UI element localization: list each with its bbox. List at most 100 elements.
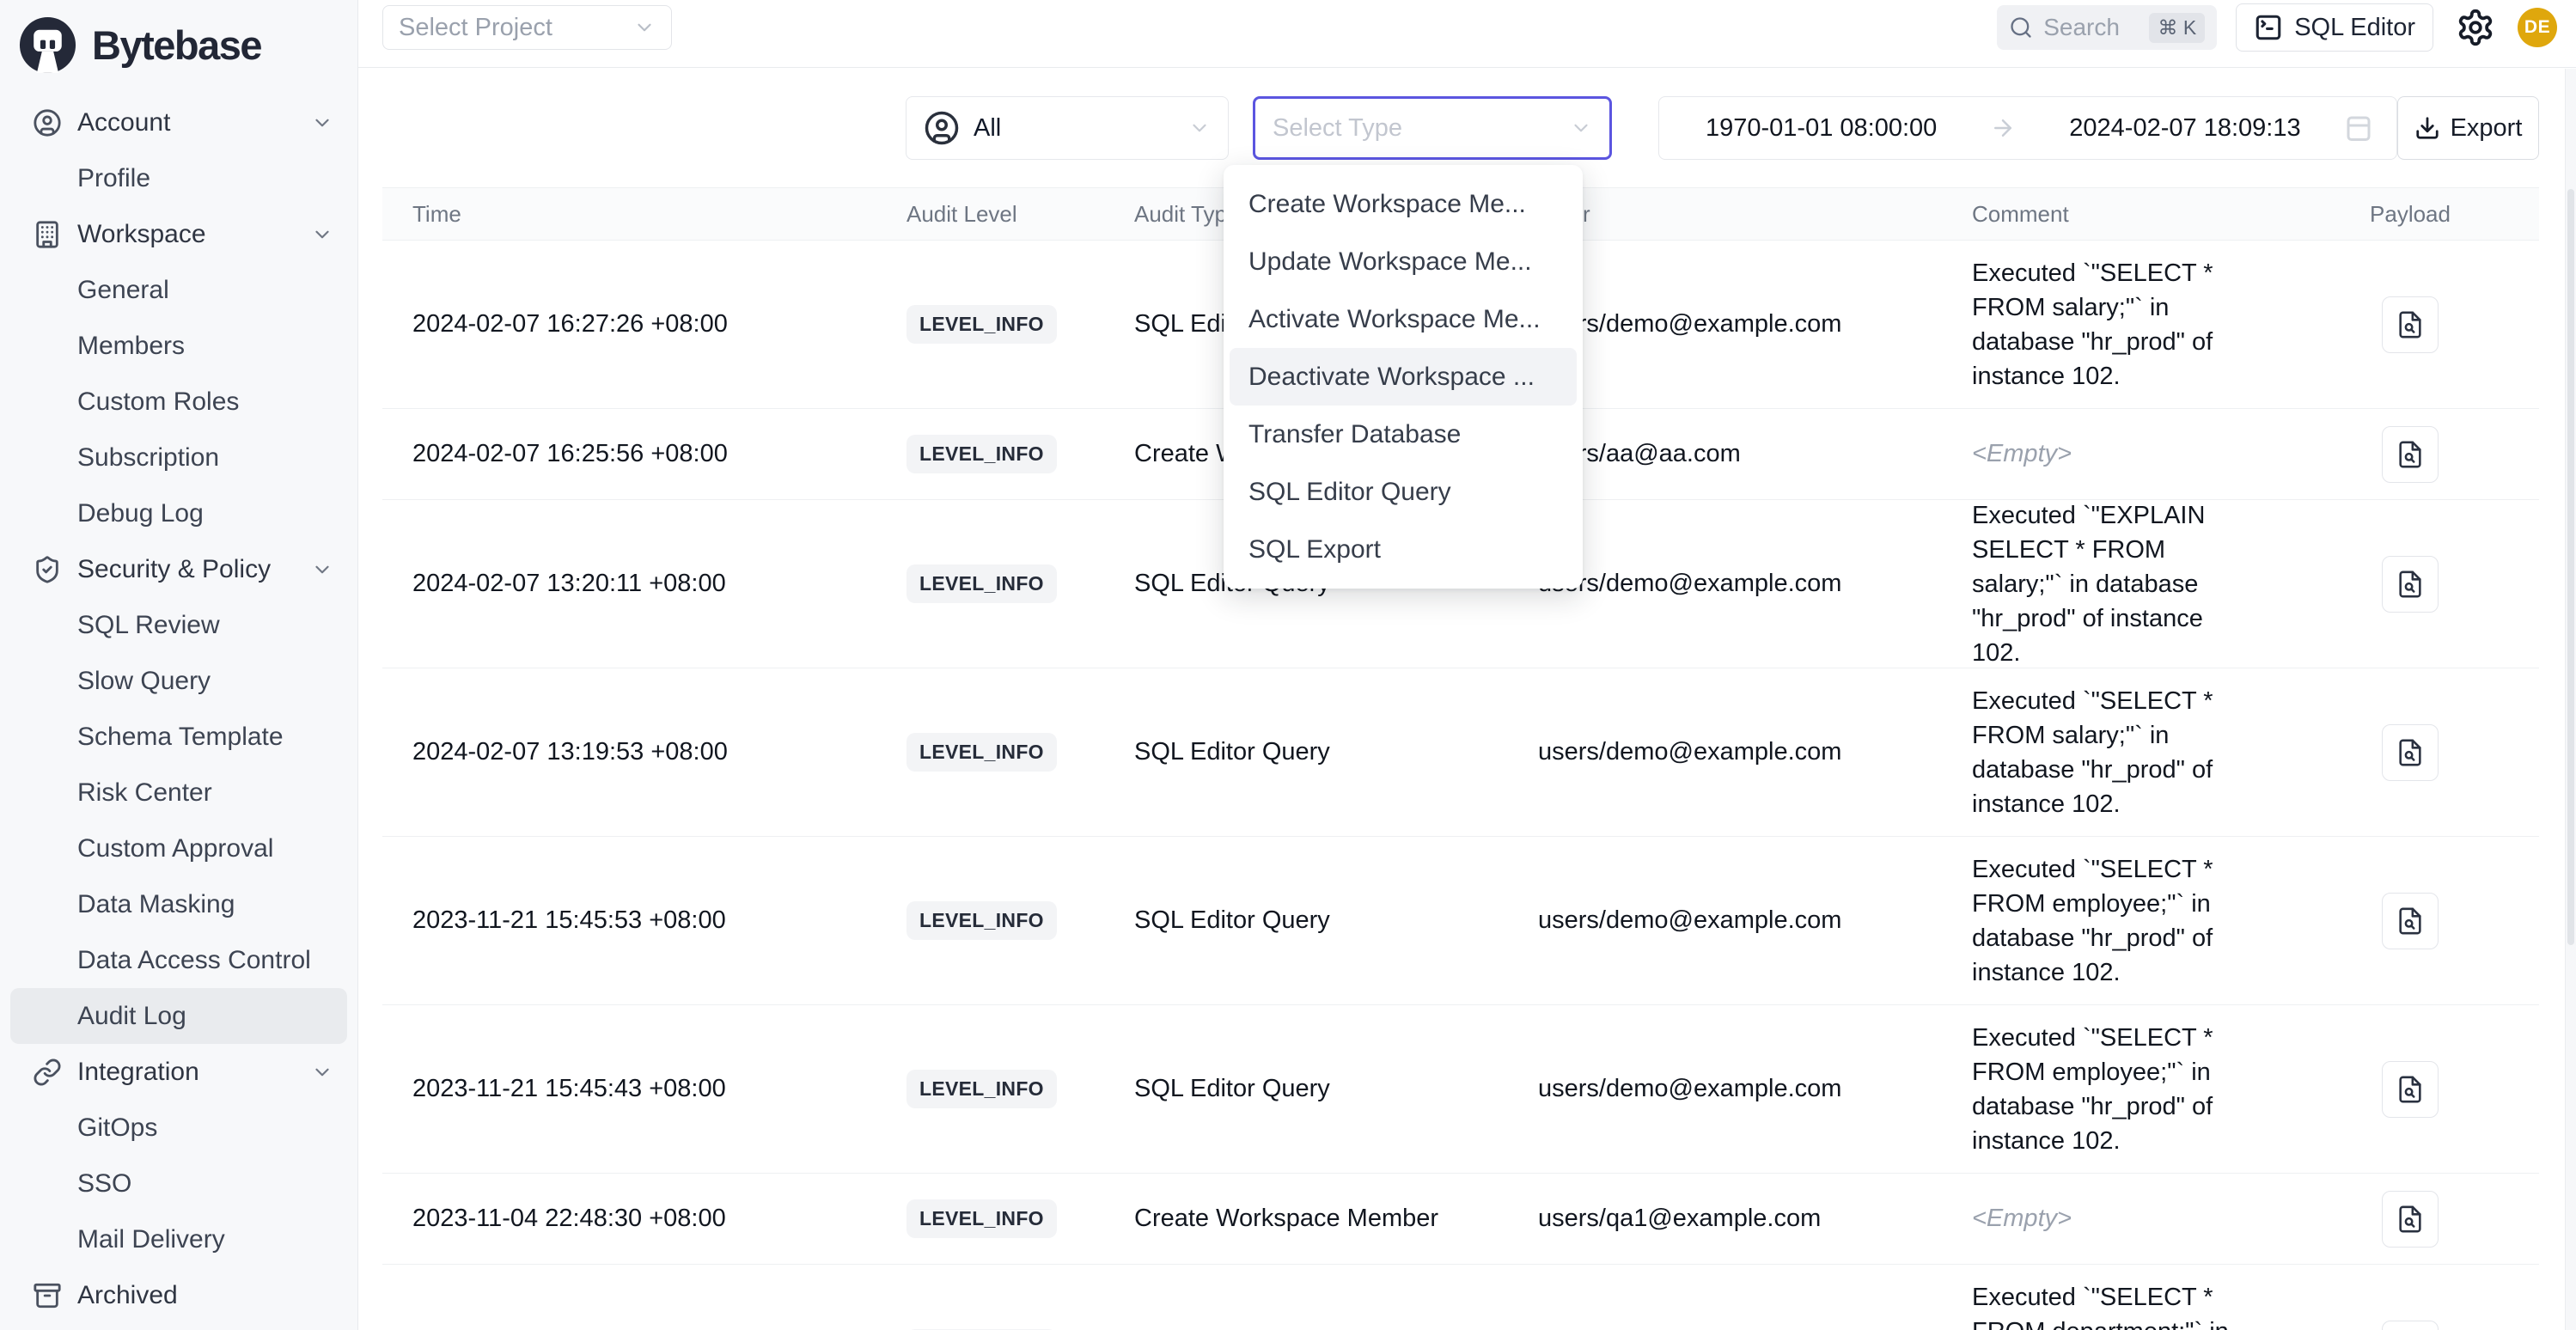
payload-view-button[interactable] xyxy=(2382,426,2439,483)
settings-gear-icon[interactable] xyxy=(2456,8,2495,47)
project-select-placeholder: Select Project xyxy=(399,14,552,42)
cell-time: 2023-11-21 15:45:53 +08:00 xyxy=(382,837,876,1004)
sidebar-item-subscription[interactable]: Subscription xyxy=(10,430,347,485)
sidebar-item-mail-delivery[interactable]: Mail Delivery xyxy=(10,1211,347,1267)
cell-time: 2024-02-07 13:20:11 +08:00 xyxy=(382,500,876,668)
search-input[interactable]: Search ⌘ K xyxy=(1997,5,2217,50)
export-button[interactable]: Export xyxy=(2397,96,2539,160)
search-placeholder: Search xyxy=(2043,14,2139,41)
project-select[interactable]: Select Project xyxy=(382,5,672,50)
vertical-scrollbar[interactable] xyxy=(2565,69,2576,1330)
user-avatar[interactable]: DE xyxy=(2518,8,2557,47)
cell-comment: <Empty> xyxy=(1942,409,2281,499)
table-row[interactable]: 2023-11-04 22:48:30 +08:00 LEVEL_INFO Cr… xyxy=(382,1174,2539,1265)
cell-payload xyxy=(2281,668,2539,836)
cell-audit-level: LEVEL_INFO xyxy=(876,1174,1104,1264)
calendar-icon xyxy=(2343,113,2374,143)
cell-time: 2024-02-07 16:25:56 +08:00 xyxy=(382,409,876,499)
dropdown-option-transfer-database[interactable]: Transfer Database xyxy=(1230,406,1577,463)
sidebar-section-account[interactable]: Account xyxy=(10,95,347,150)
sidebar-item-gitops[interactable]: GitOps xyxy=(10,1100,347,1156)
payload-view-button[interactable] xyxy=(2382,556,2439,613)
date-range-picker[interactable]: 1970-01-01 08:00:00 2024-02-07 18:09:13 xyxy=(1658,96,2397,160)
level-badge: LEVEL_INFO xyxy=(906,1199,1057,1238)
date-end-value: 2024-02-07 18:09:13 xyxy=(2069,114,2300,143)
table-row[interactable]: 2023-11-04 21:26:34 +08:00 LEVEL_INFO SQ… xyxy=(382,1265,2539,1330)
payload-view-button[interactable] xyxy=(2382,893,2439,949)
sidebar-item-debug-log[interactable]: Debug Log xyxy=(10,485,347,541)
cell-actor: users/demo@example.com xyxy=(1508,668,1942,836)
dropdown-option-deactivate-workspace[interactable]: Deactivate Workspace ... xyxy=(1230,348,1577,406)
chevron-down-icon xyxy=(311,223,333,246)
cell-audit-level: LEVEL_INFO xyxy=(876,500,1104,668)
table-row[interactable]: 2023-11-21 15:45:43 +08:00 LEVEL_INFO SQ… xyxy=(382,1005,2539,1174)
cell-comment: Executed `"EXPLAIN SELECT * FROM salary;… xyxy=(1942,500,2281,668)
actor-filter-select[interactable]: All xyxy=(906,96,1229,160)
sidebar-item-general[interactable]: General xyxy=(10,262,347,318)
payload-view-button[interactable] xyxy=(2382,1321,2439,1330)
dropdown-option-update-workspace-me[interactable]: Update Workspace Me... xyxy=(1230,233,1577,290)
dropdown-option-create-workspace-me[interactable]: Create Workspace Me... xyxy=(1230,175,1577,233)
actor-filter-value: All xyxy=(974,114,1001,143)
payload-view-button[interactable] xyxy=(2382,1061,2439,1118)
cell-payload xyxy=(2281,241,2539,408)
sidebar-section-security-policy[interactable]: Security & Policy xyxy=(10,541,347,597)
sidebar-item-slow-query[interactable]: Slow Query xyxy=(10,653,347,709)
comment-text: Executed `"EXPLAIN SELECT * FROM salary;… xyxy=(1972,500,2257,668)
sidebar-item-schema-template[interactable]: Schema Template xyxy=(10,709,347,765)
sidebar-item-members[interactable]: Members xyxy=(10,318,347,374)
dropdown-option-activate-workspace-me[interactable]: Activate Workspace Me... xyxy=(1230,290,1577,348)
cell-actor: users/demo@example.com xyxy=(1508,1005,1942,1173)
sidebar-item-profile[interactable]: Profile xyxy=(10,150,347,206)
type-filter-placeholder: Select Type xyxy=(1273,114,1402,143)
level-badge: LEVEL_INFO xyxy=(906,733,1057,772)
column-header-payload: Payload xyxy=(2281,201,2539,228)
sidebar-item-risk-center[interactable]: Risk Center xyxy=(10,765,347,821)
sidebar-item-sql-review[interactable]: SQL Review xyxy=(10,597,347,653)
link-icon xyxy=(33,1058,62,1087)
sql-editor-button[interactable]: SQL Editor xyxy=(2236,3,2433,52)
cell-time: 2024-02-07 13:19:53 +08:00 xyxy=(382,668,876,836)
search-icon xyxy=(2009,15,2033,40)
archive-icon xyxy=(33,1281,62,1310)
scrollbar-thumb[interactable] xyxy=(2567,189,2574,945)
payload-view-button[interactable] xyxy=(2382,724,2439,781)
payload-view-button[interactable] xyxy=(2382,296,2439,353)
cell-audit-level: LEVEL_INFO xyxy=(876,1005,1104,1173)
sidebar-section-archived[interactable]: Archived xyxy=(10,1267,347,1323)
type-filter-select[interactable]: Select Type xyxy=(1253,96,1612,160)
brand-logo[interactable]: Bytebase xyxy=(0,0,357,76)
cell-time: 2024-02-07 16:27:26 +08:00 xyxy=(382,241,876,408)
payload-view-button[interactable] xyxy=(2382,1191,2439,1248)
file-search-icon xyxy=(2396,570,2425,599)
table-row[interactable]: 2024-02-07 13:19:53 +08:00 LEVEL_INFO SQ… xyxy=(382,668,2539,837)
level-badge: LEVEL_INFO xyxy=(906,1070,1057,1108)
sidebar-item-data-access-control[interactable]: Data Access Control xyxy=(10,932,347,988)
file-search-icon xyxy=(2396,440,2425,469)
export-label: Export xyxy=(2451,114,2523,143)
column-header-time: Time xyxy=(382,201,876,228)
dropdown-option-sql-editor-query[interactable]: SQL Editor Query xyxy=(1230,463,1577,521)
comment-text: Executed `"SELECT * FROM salary;"` in da… xyxy=(1972,684,2257,821)
table-row[interactable]: 2023-11-21 15:45:53 +08:00 LEVEL_INFO SQ… xyxy=(382,837,2539,1005)
level-badge: LEVEL_INFO xyxy=(906,305,1057,344)
file-search-icon xyxy=(2396,1205,2425,1234)
comment-text: Executed `"SELECT * FROM salary;"` in da… xyxy=(1972,256,2257,394)
topbar: Select Project Search ⌘ K SQL Editor DE xyxy=(358,0,2576,68)
sidebar-section-integration[interactable]: Integration xyxy=(10,1044,347,1100)
column-header-comment: Comment xyxy=(1942,201,2281,228)
sidebar-item-audit-log[interactable]: Audit Log xyxy=(10,988,347,1044)
download-icon xyxy=(2414,115,2440,141)
sidebar: Bytebase Account Profile Workspace Gener… xyxy=(0,0,358,1330)
sidebar-section-workspace[interactable]: Workspace xyxy=(10,206,347,262)
sidebar-item-custom-approval[interactable]: Custom Approval xyxy=(10,821,347,876)
cell-payload xyxy=(2281,1005,2539,1173)
cell-audit-level: LEVEL_INFO xyxy=(876,409,1104,499)
sidebar-item-sso[interactable]: SSO xyxy=(10,1156,347,1211)
building-icon xyxy=(33,220,62,249)
dropdown-option-sql-export[interactable]: SQL Export xyxy=(1230,521,1577,578)
comment-empty: <Empty> xyxy=(1972,440,2072,468)
sidebar-item-data-masking[interactable]: Data Masking xyxy=(10,876,347,932)
sidebar-item-custom-roles[interactable]: Custom Roles xyxy=(10,374,347,430)
cell-time: 2023-11-04 21:26:34 +08:00 xyxy=(382,1265,876,1330)
